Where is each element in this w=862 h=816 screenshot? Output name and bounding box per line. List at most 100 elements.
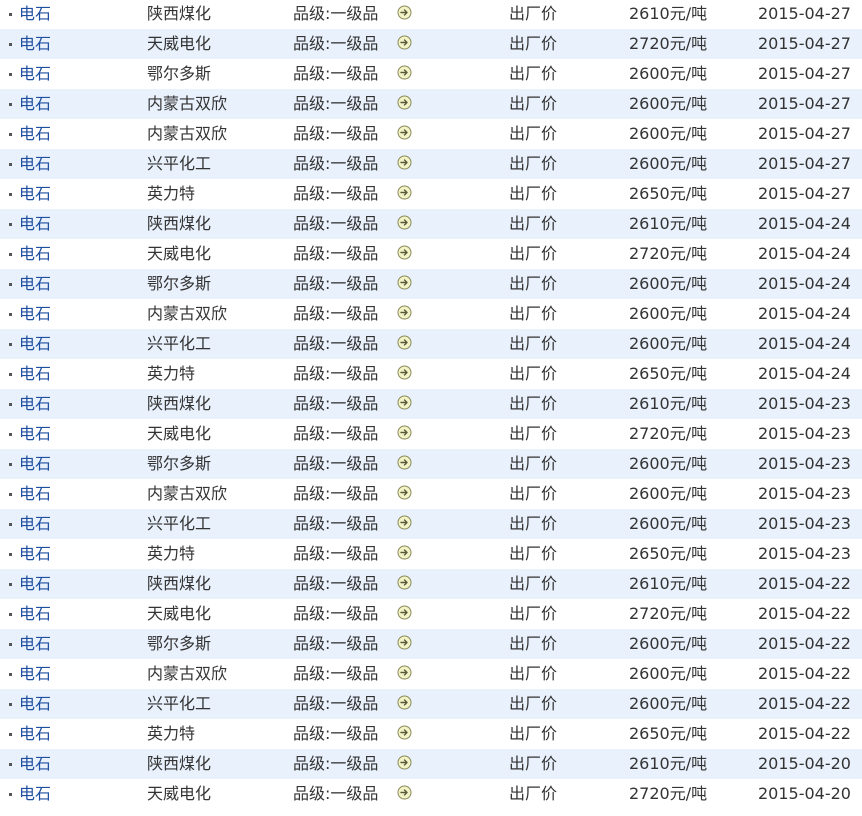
date-value: 2015-04-22: [758, 604, 851, 623]
price-type-label: 出厂价: [509, 664, 558, 683]
company-link[interactable]: 天威电化: [147, 239, 211, 269]
price-value: 2600元/吨: [629, 484, 708, 503]
table-row: 电石 鄂尔多斯 品级:一级品 出厂价 2600元/吨 2015-04-24: [0, 269, 862, 299]
company-link[interactable]: 鄂尔多斯: [147, 269, 211, 299]
arrow-circle-icon[interactable]: [397, 635, 412, 650]
product-link[interactable]: 电石: [19, 539, 51, 569]
company-link[interactable]: 天威电化: [147, 599, 211, 629]
product-link[interactable]: 电石: [19, 209, 51, 239]
company-link[interactable]: 兴平化工: [147, 329, 211, 359]
product-link[interactable]: 电石: [19, 0, 51, 29]
arrow-circle-icon[interactable]: [397, 425, 412, 440]
table-row: 电石 内蒙古双欣 品级:一级品 出厂价 2600元/吨 2015-04-27: [0, 89, 862, 119]
arrow-circle-icon[interactable]: [397, 365, 412, 380]
company-link[interactable]: 鄂尔多斯: [147, 449, 211, 479]
company-link[interactable]: 天威电化: [147, 29, 211, 59]
company-link[interactable]: 鄂尔多斯: [147, 629, 211, 659]
arrow-circle-icon[interactable]: [397, 185, 412, 200]
bullet-icon: [9, 283, 12, 286]
company-link[interactable]: 天威电化: [147, 419, 211, 449]
product-link[interactable]: 电石: [19, 569, 51, 599]
grade-label: 品级:一级品: [293, 454, 379, 473]
bullet-icon: [9, 673, 12, 676]
price-value: 2650元/吨: [629, 544, 708, 563]
product-link[interactable]: 电石: [19, 629, 51, 659]
company-link[interactable]: 内蒙古双欣: [147, 299, 227, 329]
product-link[interactable]: 电石: [19, 779, 51, 809]
company-link[interactable]: 鄂尔多斯: [147, 59, 211, 89]
product-link[interactable]: 电石: [19, 479, 51, 509]
price-type-label: 出厂价: [509, 424, 558, 443]
product-link[interactable]: 电石: [19, 419, 51, 449]
company-link[interactable]: 兴平化工: [147, 149, 211, 179]
product-link[interactable]: 电石: [19, 89, 51, 119]
arrow-circle-icon[interactable]: [397, 785, 412, 800]
arrow-circle-icon[interactable]: [397, 65, 412, 80]
product-link[interactable]: 电石: [19, 239, 51, 269]
product-link[interactable]: 电石: [19, 749, 51, 779]
company-link[interactable]: 内蒙古双欣: [147, 659, 227, 689]
arrow-circle-icon[interactable]: [397, 725, 412, 740]
company-link[interactable]: 陕西煤化: [147, 0, 211, 29]
arrow-circle-icon[interactable]: [397, 485, 412, 500]
arrow-circle-icon[interactable]: [397, 275, 412, 290]
arrow-circle-icon[interactable]: [397, 335, 412, 350]
arrow-circle-icon[interactable]: [397, 215, 412, 230]
date-value: 2015-04-27: [758, 64, 851, 83]
product-link[interactable]: 电石: [19, 29, 51, 59]
date-value: 2015-04-22: [758, 634, 851, 653]
company-link[interactable]: 陕西煤化: [147, 749, 211, 779]
company-link[interactable]: 内蒙古双欣: [147, 479, 227, 509]
product-link[interactable]: 电石: [19, 389, 51, 419]
product-link[interactable]: 电石: [19, 509, 51, 539]
arrow-circle-icon[interactable]: [397, 125, 412, 140]
company-link[interactable]: 英力特: [147, 359, 195, 389]
company-link[interactable]: 兴平化工: [147, 509, 211, 539]
company-link[interactable]: 内蒙古双欣: [147, 89, 227, 119]
product-link[interactable]: 电石: [19, 119, 51, 149]
product-link[interactable]: 电石: [19, 599, 51, 629]
company-link[interactable]: 内蒙古双欣: [147, 119, 227, 149]
company-link[interactable]: 陕西煤化: [147, 569, 211, 599]
bullet-icon: [9, 403, 12, 406]
arrow-circle-icon[interactable]: [397, 755, 412, 770]
product-link[interactable]: 电石: [19, 299, 51, 329]
date-value: 2015-04-20: [758, 754, 851, 773]
company-link[interactable]: 陕西煤化: [147, 209, 211, 239]
product-link[interactable]: 电石: [19, 659, 51, 689]
company-link[interactable]: 兴平化工: [147, 689, 211, 719]
price-type-label: 出厂价: [509, 34, 558, 53]
table-row: 电石 天威电化 品级:一级品 出厂价 2720元/吨 2015-04-22: [0, 599, 862, 629]
arrow-circle-icon[interactable]: [397, 35, 412, 50]
arrow-circle-icon[interactable]: [397, 455, 412, 470]
product-link[interactable]: 电石: [19, 59, 51, 89]
product-link[interactable]: 电石: [19, 359, 51, 389]
arrow-circle-icon[interactable]: [397, 515, 412, 530]
arrow-circle-icon[interactable]: [397, 605, 412, 620]
arrow-circle-icon[interactable]: [397, 665, 412, 680]
company-link[interactable]: 英力特: [147, 179, 195, 209]
company-link[interactable]: 陕西煤化: [147, 389, 211, 419]
price-value: 2600元/吨: [629, 514, 708, 533]
arrow-circle-icon[interactable]: [397, 155, 412, 170]
company-link[interactable]: 英力特: [147, 539, 195, 569]
product-link[interactable]: 电石: [19, 449, 51, 479]
arrow-circle-icon[interactable]: [397, 95, 412, 110]
arrow-circle-icon[interactable]: [397, 575, 412, 590]
product-link[interactable]: 电石: [19, 689, 51, 719]
company-link[interactable]: 天威电化: [147, 779, 211, 809]
product-link[interactable]: 电石: [19, 149, 51, 179]
company-link[interactable]: 英力特: [147, 719, 195, 749]
arrow-circle-icon[interactable]: [397, 395, 412, 410]
bullet-icon: [9, 763, 12, 766]
arrow-circle-icon[interactable]: [397, 545, 412, 560]
product-link[interactable]: 电石: [19, 719, 51, 749]
product-link[interactable]: 电石: [19, 269, 51, 299]
price-value: 2610元/吨: [629, 574, 708, 593]
arrow-circle-icon[interactable]: [397, 305, 412, 320]
product-link[interactable]: 电石: [19, 329, 51, 359]
arrow-circle-icon[interactable]: [397, 695, 412, 710]
product-link[interactable]: 电石: [19, 179, 51, 209]
arrow-circle-icon[interactable]: [397, 245, 412, 260]
arrow-circle-icon[interactable]: [397, 5, 412, 20]
